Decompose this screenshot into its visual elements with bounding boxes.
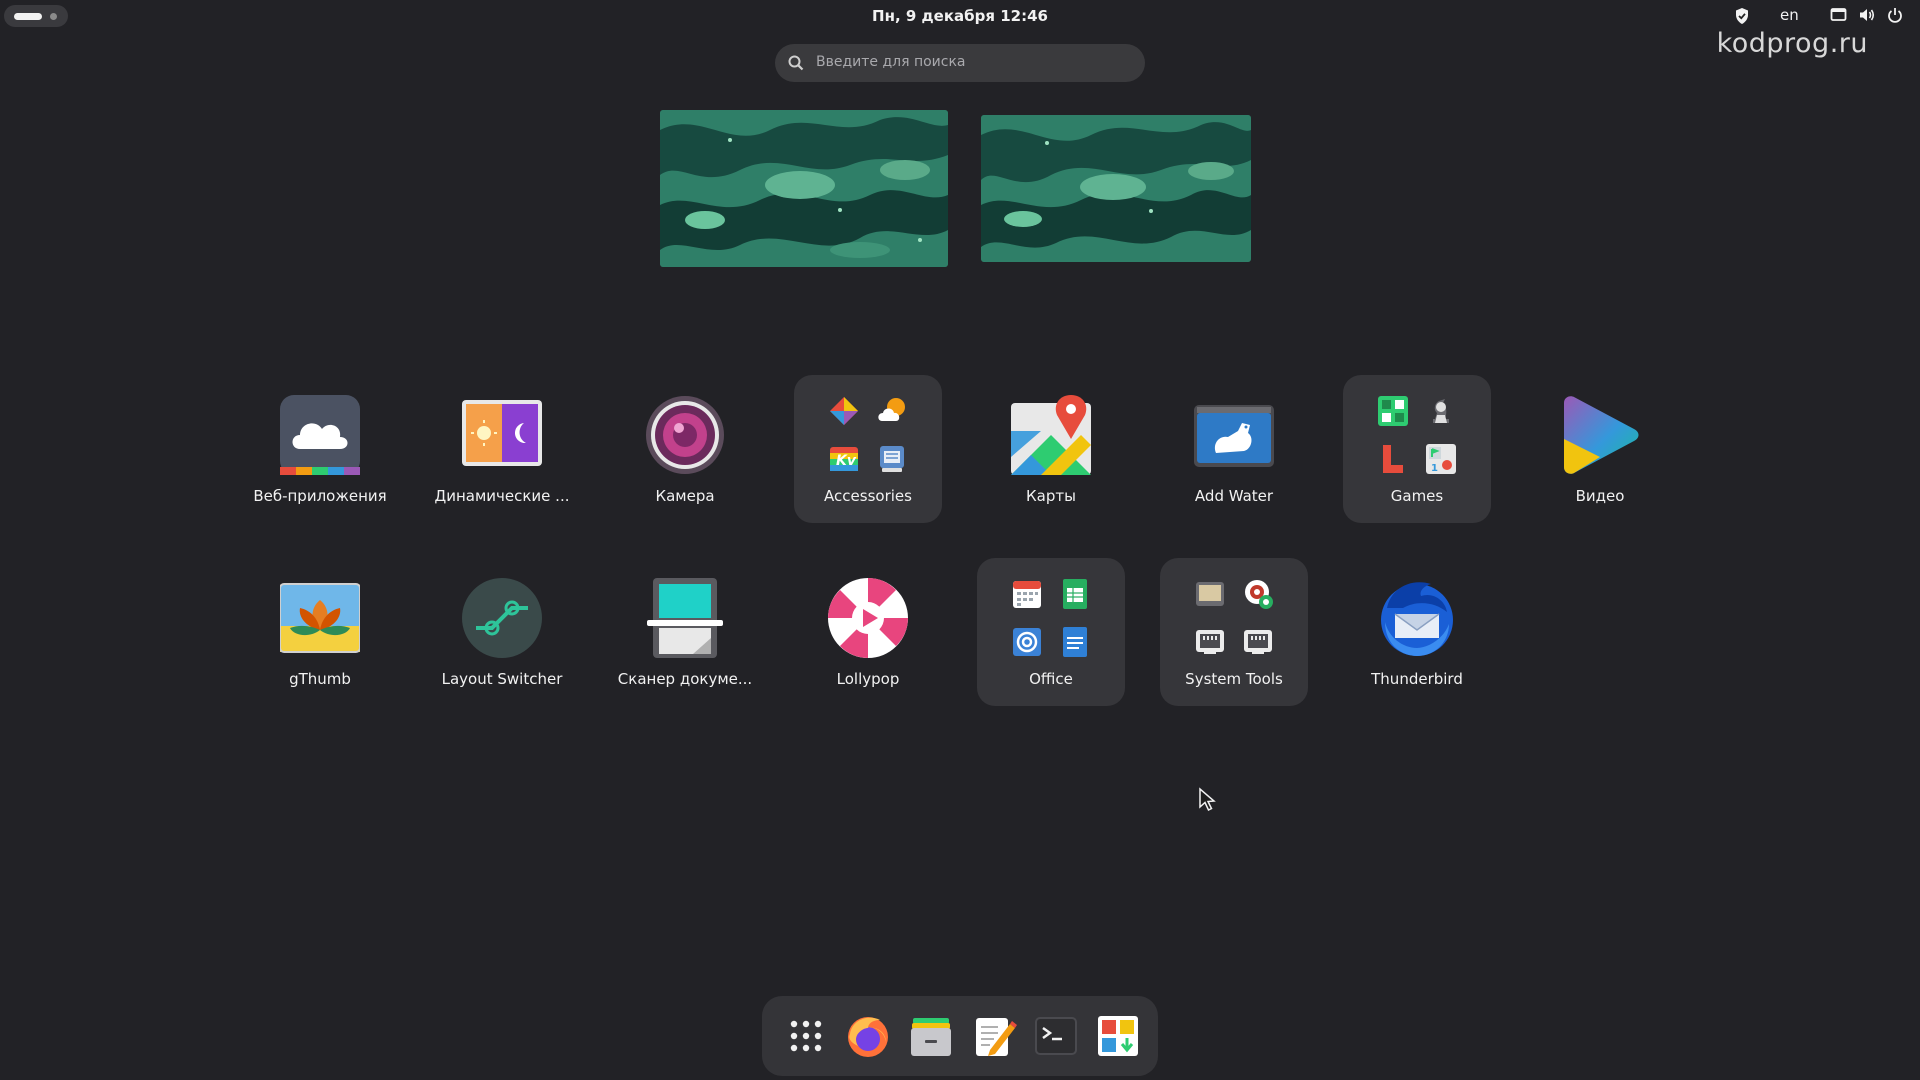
files-icon[interactable] <box>907 1012 955 1060</box>
app-lollypop[interactable]: Lollypop <box>794 558 942 706</box>
workspace-thumbnail-2[interactable] <box>981 115 1251 262</box>
app-camera[interactable]: Камера <box>611 375 759 523</box>
system-tools-folder-icon <box>1194 578 1274 658</box>
video-icon <box>1560 395 1640 475</box>
terminal-icon[interactable] <box>1032 1012 1080 1060</box>
app-label: Games <box>1390 487 1444 505</box>
dock <box>762 996 1158 1076</box>
app-label: Add Water <box>1194 487 1274 505</box>
keyboard-layout-indicator[interactable]: en <box>1780 6 1799 24</box>
app-layout-switcher[interactable]: Layout Switcher <box>428 558 576 706</box>
app-label: Видео <box>1575 487 1625 505</box>
screen-icon[interactable] <box>1830 7 1847 25</box>
folder-accessories[interactable]: Kv Accessories <box>794 375 942 523</box>
dynamic-wallpaper-icon <box>462 395 542 475</box>
games-folder-icon: 1 <box>1377 395 1457 475</box>
app-label: Карты <box>1026 487 1076 505</box>
gthumb-icon <box>279 578 361 658</box>
app-label: Lollypop <box>836 670 900 688</box>
folder-games[interactable]: 1 Games <box>1343 375 1491 523</box>
show-apps-icon[interactable] <box>782 1012 830 1060</box>
app-label: Динамические ... <box>434 487 570 505</box>
app-document-scanner[interactable]: Сканер докуме... <box>611 558 759 706</box>
svg-text:1: 1 <box>1431 463 1438 474</box>
app-maps[interactable]: Карты <box>977 375 1125 523</box>
folder-office[interactable]: Office <box>977 558 1125 706</box>
mouse-cursor-icon <box>1198 787 1216 817</box>
app-web-apps[interactable]: Веб-приложения <box>246 375 394 523</box>
add-water-icon <box>1194 395 1274 475</box>
top-bar: Пн, 9 декабря 12:46 en <box>0 0 1920 32</box>
folder-system-tools[interactable]: System Tools <box>1160 558 1308 706</box>
app-label: System Tools <box>1185 670 1283 688</box>
app-thunderbird[interactable]: Thunderbird <box>1343 558 1491 706</box>
software-icon[interactable] <box>1094 1012 1142 1060</box>
lollypop-icon <box>828 578 908 658</box>
svg-text:Kv: Kv <box>836 453 857 469</box>
office-folder-icon <box>1011 578 1091 658</box>
app-label: Thunderbird <box>1371 670 1463 688</box>
app-label: Layout Switcher <box>441 670 563 688</box>
maps-icon <box>1011 395 1091 475</box>
app-video[interactable]: Видео <box>1526 375 1674 523</box>
workspace-thumbnail-1[interactable] <box>660 110 948 267</box>
shield-icon[interactable] <box>1734 7 1750 25</box>
app-add-water[interactable]: Add Water <box>1160 375 1308 523</box>
layout-switcher-icon <box>462 578 542 658</box>
app-gthumb[interactable]: gThumb <box>246 558 394 706</box>
volume-icon[interactable] <box>1858 7 1876 25</box>
app-dynamic-wallpaper[interactable]: Динамические ... <box>428 375 576 523</box>
camera-icon <box>645 395 725 475</box>
search-placeholder: Введите для поиска <box>816 54 966 70</box>
clock[interactable]: Пн, 9 декабря 12:46 <box>0 7 1920 25</box>
search-icon <box>787 54 805 76</box>
app-label: Веб-приложения <box>253 487 387 505</box>
text-editor-icon[interactable] <box>970 1012 1018 1060</box>
app-label: Сканер докуме... <box>617 670 753 688</box>
app-label: Accessories <box>824 487 912 505</box>
app-label: Камера <box>655 487 715 505</box>
document-scanner-icon <box>645 578 725 658</box>
accessories-folder-icon: Kv <box>828 395 908 475</box>
firefox-icon[interactable] <box>844 1012 892 1060</box>
thunderbird-icon <box>1377 578 1457 658</box>
app-label: Office <box>1029 670 1073 688</box>
web-apps-icon <box>280 395 360 475</box>
app-label: gThumb <box>289 670 351 688</box>
power-icon[interactable] <box>1887 7 1903 25</box>
search-entry[interactable]: Введите для поиска <box>775 44 1145 82</box>
watermark: kodprog.ru <box>1716 28 1868 59</box>
